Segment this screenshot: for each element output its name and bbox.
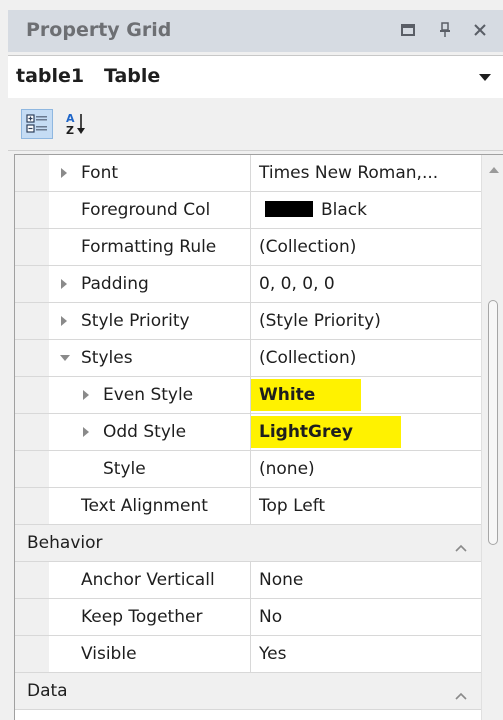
property-value[interactable]: (Collection) (259, 237, 356, 257)
categorized-view-icon[interactable] (21, 109, 53, 139)
sort-alphabetical-icon[interactable]: A Z (60, 109, 92, 139)
property-row-style-priority[interactable]: Style Priority (Style Priority) (15, 303, 481, 340)
property-value[interactable]: (none) (259, 459, 315, 479)
property-value-wrap[interactable]: Black (259, 200, 367, 220)
property-grid: Font Times New Roman,... Foreground Col … (14, 154, 503, 720)
category-label: Data (27, 681, 68, 701)
property-row-odd-style[interactable]: Odd Style LightGrey (15, 414, 481, 451)
property-grid-panel: Property Grid table1 Table A Z Font Time… (0, 0, 503, 720)
property-name: Foreground Col (81, 200, 211, 220)
chevron-down-icon[interactable] (479, 74, 491, 81)
category-data[interactable]: Data (15, 673, 481, 710)
property-name: Font (81, 163, 119, 183)
scroll-up-icon[interactable] (489, 167, 499, 173)
title-bar: Property Grid (8, 10, 503, 52)
property-name: Styles (81, 348, 133, 368)
expand-icon[interactable] (61, 279, 67, 289)
expand-icon[interactable] (83, 427, 89, 437)
property-value[interactable]: 0, 0, 0, 0 (259, 274, 335, 294)
collapse-icon[interactable] (60, 355, 70, 361)
property-name: Style (103, 459, 146, 479)
vertical-scrollbar[interactable] (481, 155, 503, 720)
property-name: Visible (81, 644, 137, 664)
chevron-up-icon[interactable] (455, 537, 467, 556)
color-swatch (265, 201, 313, 217)
category-behavior[interactable]: Behavior (15, 525, 481, 562)
chevron-up-icon[interactable] (455, 685, 467, 704)
scrollbar-thumb[interactable] (488, 300, 498, 545)
property-name: Keep Together (81, 607, 203, 627)
property-row-style[interactable]: Style (none) (15, 451, 481, 488)
property-row-padding[interactable]: Padding 0, 0, 0, 0 (15, 266, 481, 303)
panel-title: Property Grid (26, 19, 172, 41)
property-row-formatting-rules[interactable]: Formatting Rule (Collection) (15, 229, 481, 266)
maximize-icon[interactable] (394, 16, 422, 44)
toolbar: A Z (8, 98, 503, 151)
property-row-styles[interactable]: Styles (Collection) (15, 340, 481, 377)
selected-object: table1 Table (16, 65, 161, 87)
property-row-text-alignment[interactable]: Text Alignment Top Left (15, 488, 481, 525)
expand-icon[interactable] (83, 390, 89, 400)
expand-icon[interactable] (61, 316, 67, 326)
property-row-foreground-color[interactable]: Foreground Col Black (15, 192, 481, 229)
property-row-visible[interactable]: Visible Yes (15, 636, 481, 673)
expand-icon[interactable] (61, 168, 67, 178)
property-value[interactable]: White (259, 385, 315, 405)
property-value[interactable]: Top Left (259, 496, 325, 516)
property-row-font[interactable]: Font Times New Roman,... (15, 155, 481, 192)
property-name: Even Style (103, 385, 194, 405)
pin-icon[interactable] (431, 16, 459, 44)
property-value[interactable]: None (259, 570, 303, 590)
property-name: Odd Style (103, 422, 187, 442)
property-value[interactable]: (Collection) (259, 348, 356, 368)
category-label: Behavior (27, 533, 103, 553)
property-name: Formatting Rule (81, 237, 217, 257)
property-value[interactable]: (Style Priority) (259, 311, 381, 331)
property-value[interactable]: LightGrey (259, 422, 353, 442)
close-icon[interactable] (466, 16, 494, 44)
property-value: Black (321, 200, 367, 220)
property-name: Text Alignment (81, 496, 208, 516)
property-row-anchor-vertically[interactable]: Anchor Verticall None (15, 562, 481, 599)
property-row-keep-together[interactable]: Keep Together No (15, 599, 481, 636)
property-name: Style Priority (81, 311, 190, 331)
property-value[interactable]: No (259, 607, 282, 627)
property-value[interactable]: Times New Roman,... (259, 163, 438, 183)
property-name: Anchor Verticall (81, 570, 215, 590)
property-value[interactable]: Yes (259, 644, 286, 664)
svg-text:Z: Z (66, 124, 74, 137)
property-name: Padding (81, 274, 149, 294)
property-row-even-style[interactable]: Even Style White (15, 377, 481, 414)
object-selector-dropdown[interactable]: table1 Table (8, 55, 503, 99)
